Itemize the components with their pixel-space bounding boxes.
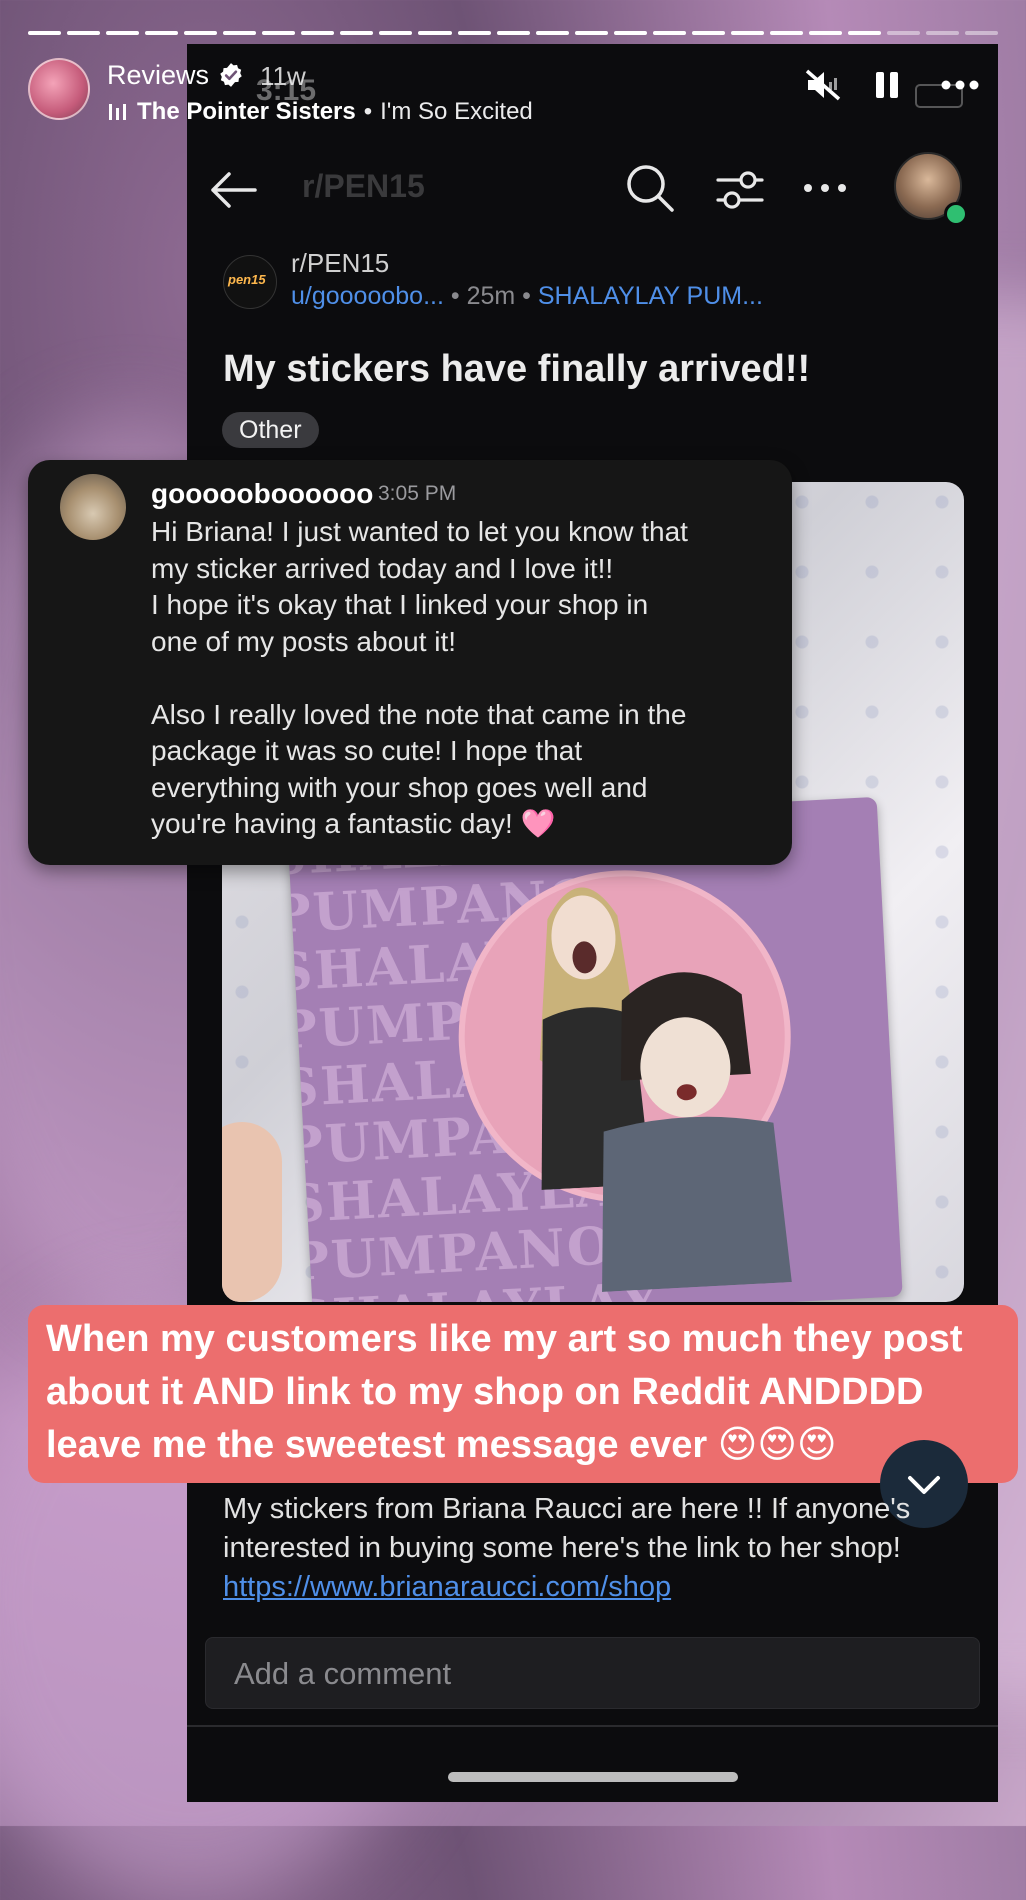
post-author[interactable]: u/gooooobo... bbox=[291, 282, 444, 310]
caption-text: When my customers like my art so much th… bbox=[46, 1318, 963, 1466]
post-flair[interactable]: Other bbox=[222, 412, 319, 448]
music-separator: • bbox=[363, 98, 373, 125]
subreddit-name[interactable]: r/PEN15 bbox=[291, 248, 389, 279]
home-indicator[interactable] bbox=[448, 1772, 738, 1782]
music-icon bbox=[109, 104, 126, 120]
figure-illustration-2 bbox=[602, 972, 792, 1292]
post-body-text: My stickers from Briana Raucci are here … bbox=[223, 1493, 911, 1564]
filter-icon[interactable] bbox=[712, 162, 768, 218]
dm-message-text: Hi Briana! I just wanted to let you know… bbox=[151, 516, 688, 839]
subreddit-icon-text: pen15 bbox=[228, 272, 266, 287]
music-attribution[interactable]: The Pointer Sisters • I'm So Excited bbox=[107, 98, 533, 126]
dm-timestamp: 3:05 PM bbox=[378, 482, 457, 505]
story-avatar[interactable] bbox=[28, 58, 90, 120]
divider bbox=[187, 1725, 998, 1727]
pause-icon[interactable] bbox=[870, 68, 904, 102]
dm-sender-avatar bbox=[60, 474, 126, 540]
story-account-name[interactable]: Reviews bbox=[107, 60, 209, 91]
search-icon[interactable] bbox=[622, 160, 678, 216]
nav-subreddit-title: r/PEN15 bbox=[302, 168, 425, 204]
post-meta: pen15 r/PEN15 u/gooooobo... • 25m • SHAL… bbox=[223, 248, 963, 318]
story-caption: When my customers like my art so much th… bbox=[28, 1305, 1018, 1483]
music-artist: The Pointer Sisters bbox=[137, 98, 356, 125]
mute-icon[interactable] bbox=[804, 68, 842, 102]
story-header: Reviews 11w The Pointer Sisters • I'm So… bbox=[28, 58, 998, 128]
more-dots-icon[interactable] bbox=[800, 168, 850, 208]
verified-icon bbox=[220, 63, 242, 87]
post-body: My stickers from Briana Raucci are here … bbox=[223, 1490, 983, 1607]
online-status-dot bbox=[944, 202, 968, 226]
back-arrow-icon[interactable] bbox=[205, 162, 261, 218]
reddit-nav-bar: r/PEN15 bbox=[187, 140, 998, 240]
shop-link[interactable]: https://www.brianaraucci.com/shop bbox=[223, 1571, 671, 1603]
dm-message-card: goooooboooooo 3:05 PM Hi Briana! I just … bbox=[28, 460, 792, 865]
more-icon[interactable] bbox=[940, 68, 980, 102]
post-meta-line: u/gooooobo... • 25m • SHALAYLAY PUM... bbox=[291, 282, 763, 311]
sticker-image: SHALAYLAY PUMPANOSHALAYLAY PUMPANOSHALAY… bbox=[287, 796, 903, 1302]
story-progress-bar bbox=[28, 31, 999, 35]
post-age: • 25m • bbox=[450, 282, 531, 310]
music-song: I'm So Excited bbox=[380, 98, 533, 125]
post-title[interactable]: My stickers have finally arrived!! bbox=[223, 348, 810, 391]
subreddit-icon[interactable]: pen15 bbox=[223, 255, 277, 309]
add-comment-input[interactable]: Add a comment bbox=[205, 1637, 980, 1709]
dm-sender-name: goooooboooooo bbox=[151, 478, 374, 509]
user-flair: SHALAYLAY PUM... bbox=[537, 282, 763, 310]
thumb bbox=[222, 1122, 282, 1302]
story-age: 11w bbox=[260, 61, 306, 91]
